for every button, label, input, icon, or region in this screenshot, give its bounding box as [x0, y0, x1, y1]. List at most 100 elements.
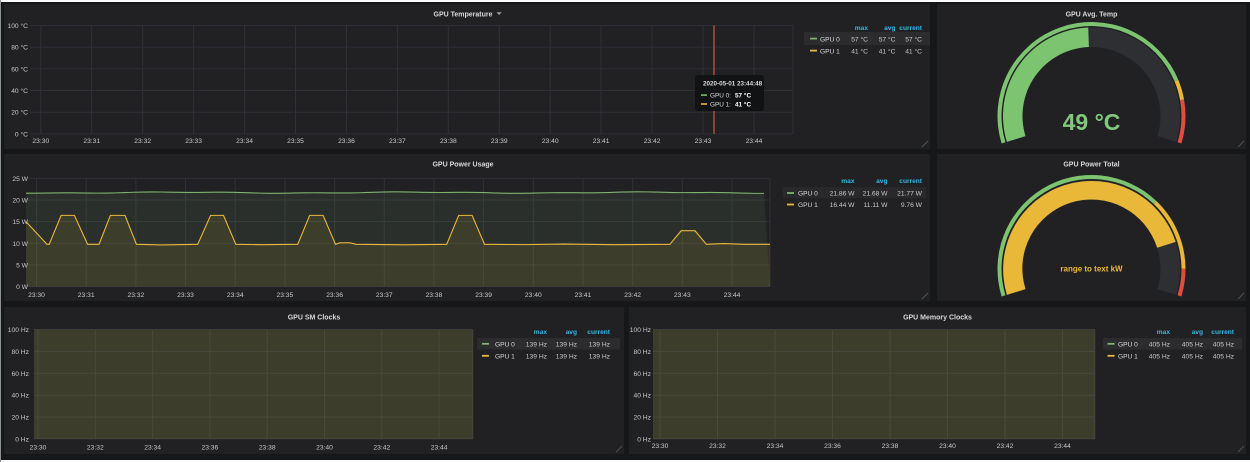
svg-text:23:37: 23:37 [376, 292, 393, 299]
svg-text:GPU 0: GPU 0 [820, 36, 840, 43]
svg-text:max: max [855, 25, 869, 32]
svg-text:GPU 1: GPU 1 [820, 48, 840, 55]
svg-text:23:30: 23:30 [28, 292, 45, 299]
svg-text:23:42: 23:42 [997, 443, 1014, 450]
svg-text:23:36: 23:36 [326, 292, 343, 299]
svg-text:405 Hz: 405 Hz [1182, 354, 1204, 361]
svg-text:0 °C: 0 °C [15, 130, 28, 138]
svg-text:23:42: 23:42 [624, 292, 641, 299]
svg-text:139 Hz: 139 Hz [526, 354, 548, 361]
svg-text:avg: avg [566, 329, 577, 336]
svg-text:23:34: 23:34 [767, 443, 784, 450]
svg-text:20 Hz: 20 Hz [634, 415, 652, 422]
svg-text:23:31: 23:31 [78, 292, 95, 299]
svg-text:23:32: 23:32 [87, 445, 104, 452]
svg-text:40 Hz: 40 Hz [12, 393, 30, 400]
svg-text:80 Hz: 80 Hz [634, 349, 652, 356]
svg-text:405 Hz: 405 Hz [1213, 342, 1235, 349]
svg-text:23:33: 23:33 [185, 138, 202, 145]
svg-text:current: current [587, 329, 611, 336]
svg-text:avg: avg [884, 25, 895, 32]
svg-text:20 °C: 20 °C [11, 109, 28, 117]
svg-text:23:35: 23:35 [277, 292, 294, 299]
svg-text:GPU 1: GPU 1 [1118, 354, 1138, 361]
svg-text:49 °C: 49 °C [1063, 109, 1121, 135]
svg-text:23:44: 23:44 [1054, 443, 1071, 450]
svg-text:57 °C: 57 °C [735, 92, 751, 100]
svg-text:80 Hz: 80 Hz [12, 349, 30, 356]
svg-text:23:30: 23:30 [32, 138, 49, 145]
svg-text:23:44: 23:44 [724, 292, 741, 299]
svg-text:23:34: 23:34 [144, 445, 161, 452]
svg-text:23:31: 23:31 [83, 138, 100, 145]
svg-text:avg: avg [876, 178, 887, 185]
svg-text:41 °C: 41 °C [879, 47, 896, 55]
svg-text:GPU Power Total: GPU Power Total [1063, 162, 1119, 169]
svg-text:57 °C: 57 °C [879, 35, 896, 43]
svg-text:23:40: 23:40 [939, 443, 956, 450]
svg-text:GPU 0: GPU 0 [798, 191, 818, 198]
svg-text:GPU Temperature: GPU Temperature [434, 12, 493, 19]
svg-text:0 Hz: 0 Hz [637, 437, 651, 444]
svg-text:60 Hz: 60 Hz [12, 371, 30, 378]
svg-text:GPU SM Clocks: GPU SM Clocks [288, 315, 341, 322]
svg-text:21.77 W: 21.77 W [897, 191, 923, 198]
svg-text:139 Hz: 139 Hz [556, 354, 578, 361]
svg-text:max: max [1157, 329, 1171, 336]
svg-text:0 Hz: 0 Hz [15, 437, 29, 444]
svg-text:23:40: 23:40 [542, 138, 559, 145]
svg-text:405 Hz: 405 Hz [1182, 342, 1204, 349]
svg-text:GPU 1: GPU 1 [495, 354, 515, 361]
svg-text:23:44: 23:44 [746, 138, 763, 145]
svg-text:GPU Power Usage: GPU Power Usage [432, 162, 493, 169]
svg-text:23:36: 23:36 [338, 138, 355, 145]
svg-text:23:43: 23:43 [695, 138, 712, 145]
svg-text:current: current [1211, 329, 1235, 336]
svg-text:23:38: 23:38 [259, 445, 276, 452]
svg-text:57 °C: 57 °C [905, 35, 922, 43]
svg-text:23:32: 23:32 [134, 138, 151, 145]
svg-text:GPU 0:: GPU 0: [710, 93, 731, 100]
svg-text:100 °C: 100 °C [7, 22, 28, 30]
svg-text:GPU Avg. Temp: GPU Avg. Temp [1066, 12, 1118, 19]
svg-text:23:35: 23:35 [287, 138, 304, 145]
svg-text:max: max [841, 178, 855, 185]
svg-text:80 °C: 80 °C [11, 44, 28, 52]
svg-text:40 Hz: 40 Hz [634, 393, 652, 400]
svg-text:23:32: 23:32 [127, 292, 144, 299]
svg-text:9.76 W: 9.76 W [901, 202, 923, 209]
svg-text:23:38: 23:38 [882, 443, 899, 450]
svg-text:57 °C: 57 °C [851, 35, 868, 43]
svg-text:23:42: 23:42 [373, 445, 390, 452]
svg-text:23:34: 23:34 [236, 138, 253, 145]
svg-text:100 Hz: 100 Hz [8, 327, 30, 334]
svg-text:23:32: 23:32 [709, 443, 726, 450]
svg-text:60 °C: 60 °C [11, 65, 28, 73]
svg-text:23:40: 23:40 [525, 292, 542, 299]
svg-text:100 Hz: 100 Hz [630, 327, 652, 334]
svg-text:23:42: 23:42 [644, 138, 661, 145]
svg-text:2020-05-01 23:44:48: 2020-05-01 23:44:48 [703, 81, 763, 88]
svg-text:21.68 W: 21.68 W [863, 191, 889, 198]
svg-text:current: current [899, 25, 923, 32]
svg-text:139 Hz: 139 Hz [526, 342, 548, 349]
svg-text:40 °C: 40 °C [11, 87, 28, 95]
svg-text:23:30: 23:30 [30, 445, 47, 452]
svg-text:41 °C: 41 °C [905, 47, 922, 55]
svg-text:GPU 1: GPU 1 [798, 202, 818, 209]
svg-text:23:44: 23:44 [431, 445, 448, 452]
svg-text:avg: avg [1192, 329, 1203, 336]
svg-text:23:39: 23:39 [475, 292, 492, 299]
svg-text:23:36: 23:36 [824, 443, 841, 450]
svg-text:23:37: 23:37 [389, 138, 406, 145]
svg-text:21.86 W: 21.86 W [830, 191, 856, 198]
svg-text:23:33: 23:33 [177, 292, 194, 299]
svg-text:60 Hz: 60 Hz [634, 371, 652, 378]
svg-text:max: max [534, 329, 548, 336]
svg-text:23:41: 23:41 [575, 292, 592, 299]
svg-text:GPU 1:: GPU 1: [710, 101, 731, 108]
svg-text:GPU Memory Clocks: GPU Memory Clocks [903, 315, 972, 322]
svg-text:139 Hz: 139 Hz [556, 342, 578, 349]
svg-text:405 Hz: 405 Hz [1149, 342, 1171, 349]
svg-text:139 Hz: 139 Hz [589, 354, 611, 361]
